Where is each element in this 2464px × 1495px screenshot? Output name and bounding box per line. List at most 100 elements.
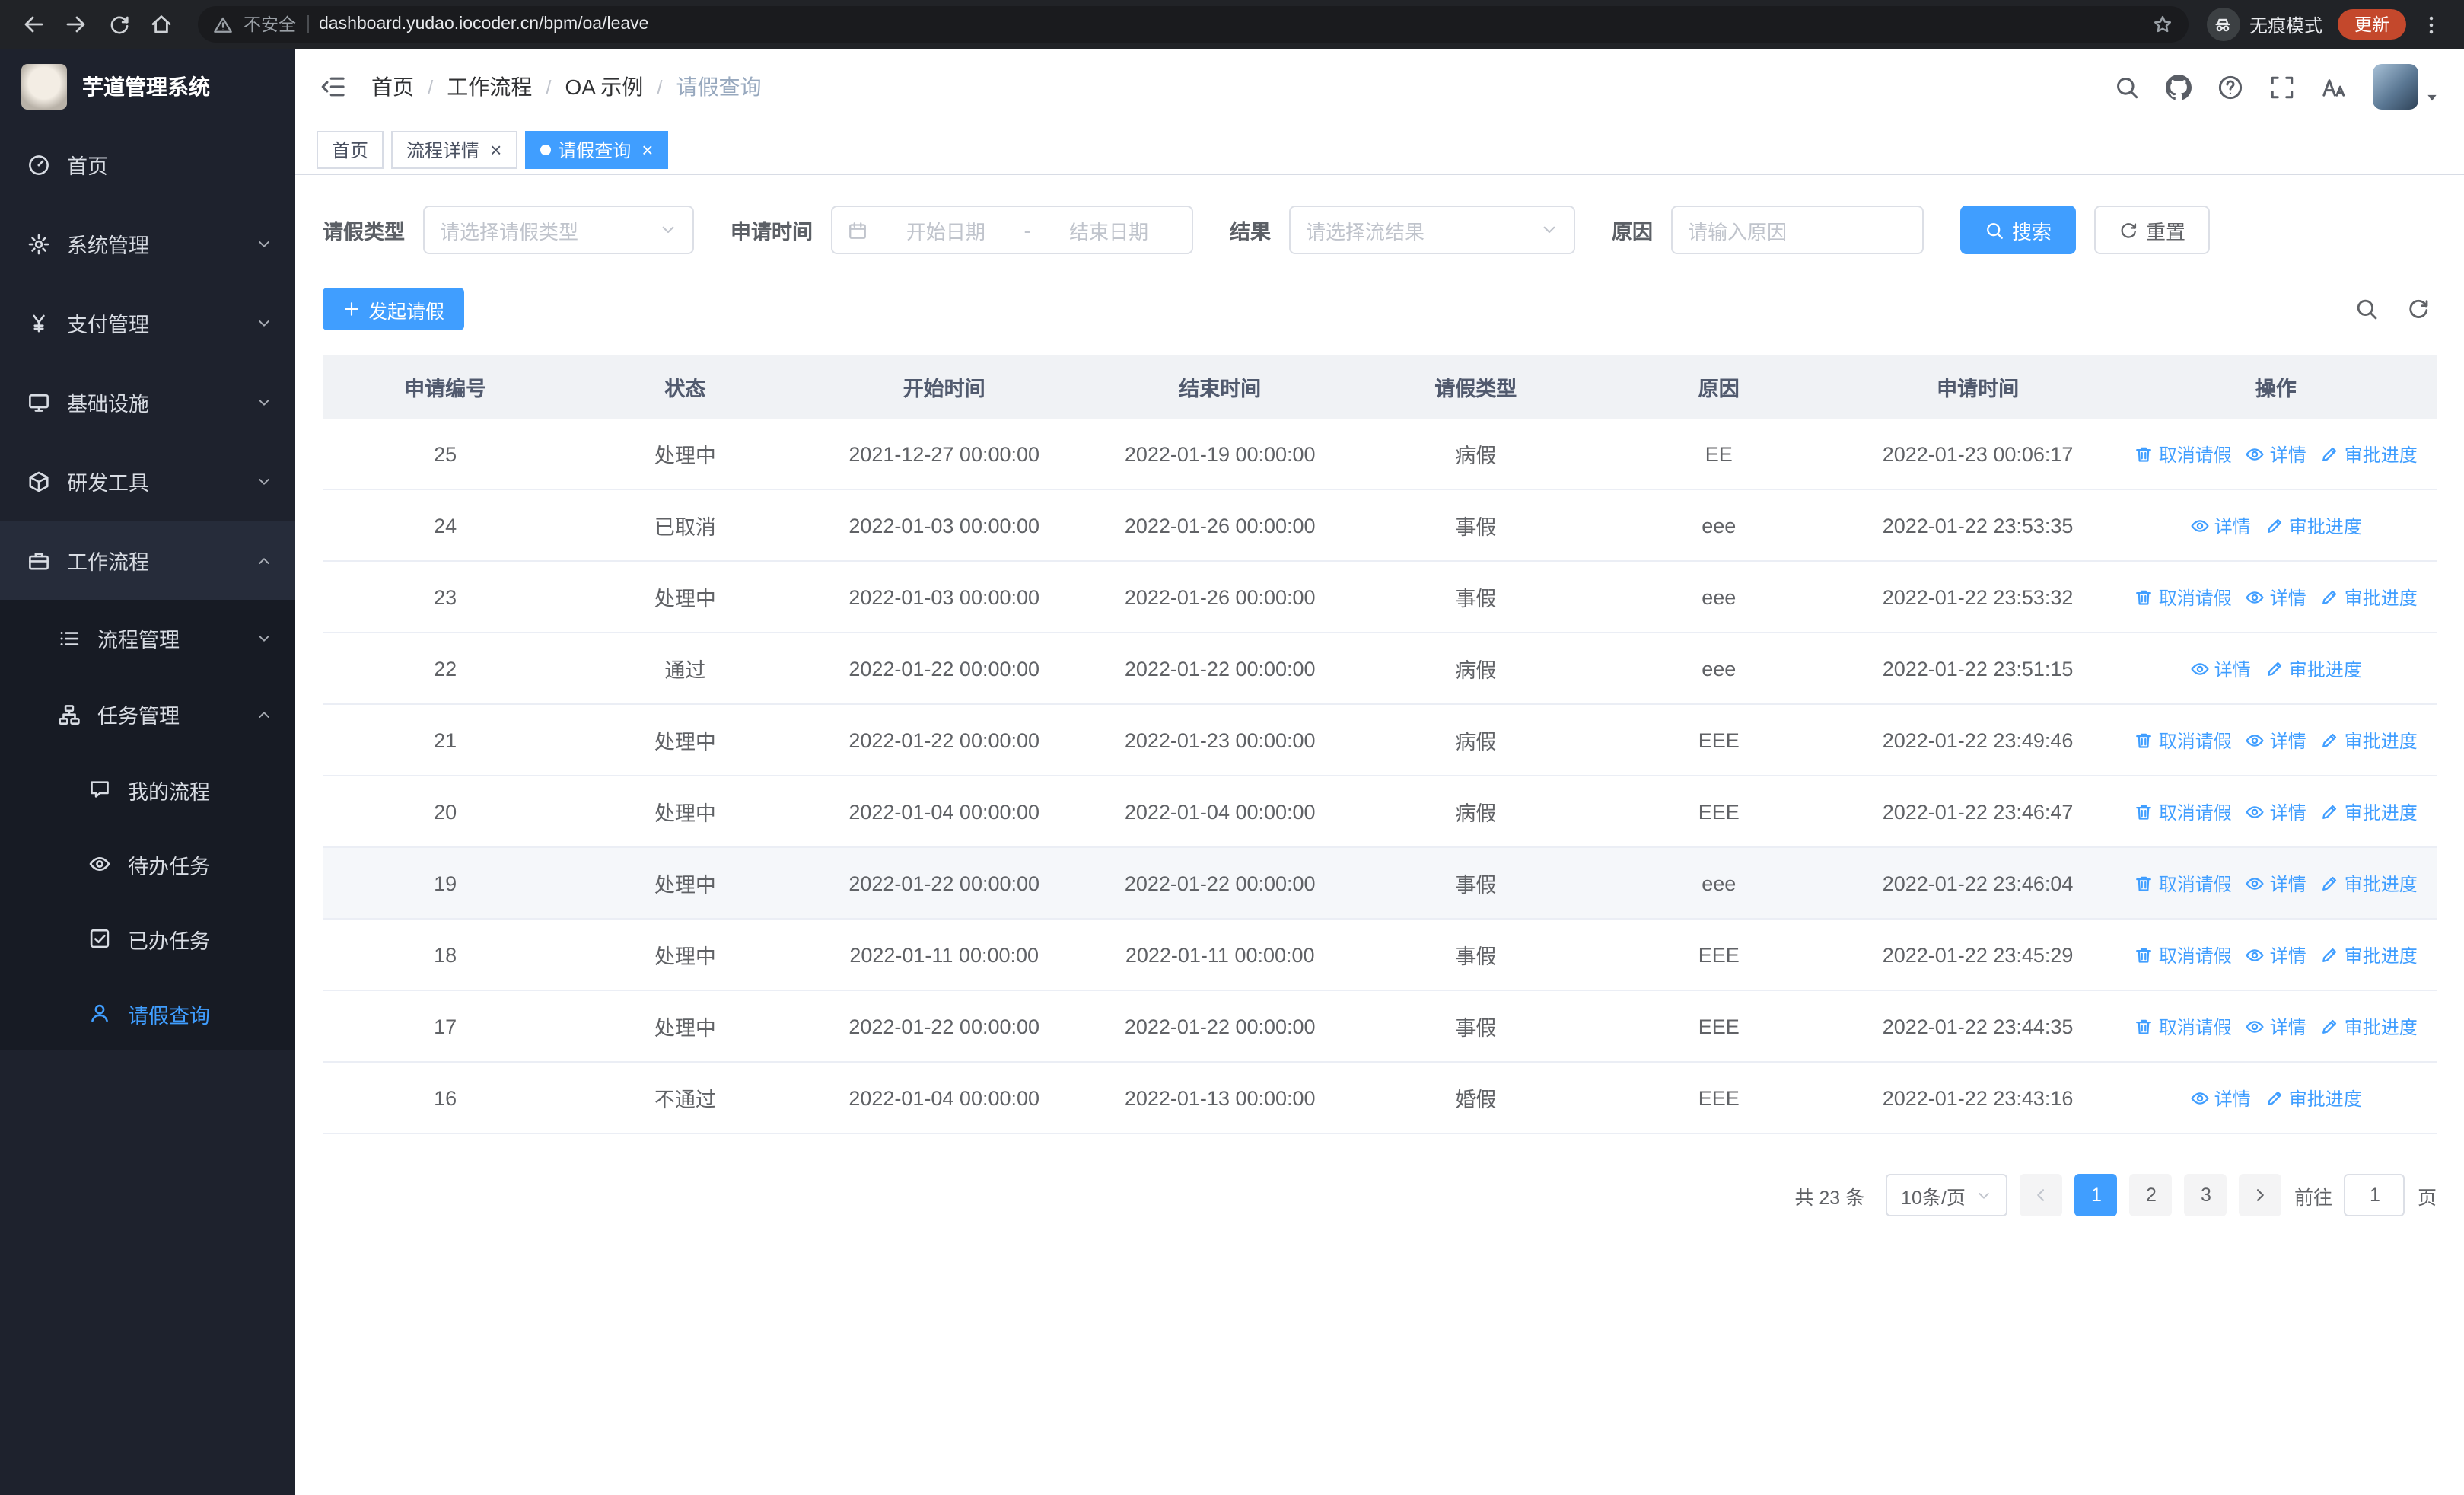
- page-number[interactable]: 1: [2074, 1174, 2118, 1216]
- refresh-table-icon[interactable]: [2406, 297, 2431, 321]
- sidebar-item[interactable]: 任务管理: [0, 676, 295, 752]
- op-label: 详情: [2269, 1016, 2306, 1038]
- op-progress-link[interactable]: 审批进度: [2320, 870, 2418, 896]
- op-cancel-link[interactable]: 取消请假: [2135, 1013, 2232, 1039]
- op-detail-link[interactable]: 详情: [2246, 870, 2306, 896]
- op-detail-link[interactable]: 详情: [2190, 1085, 2251, 1111]
- close-icon[interactable]: ×: [641, 139, 653, 159]
- op-progress-link[interactable]: 审批进度: [2320, 584, 2418, 610]
- op-cancel-link[interactable]: 取消请假: [2135, 727, 2232, 753]
- sidebar-item[interactable]: 请假查询: [0, 976, 295, 1050]
- sidebar-item[interactable]: 工作流程: [0, 521, 295, 600]
- op-detail-link[interactable]: 详情: [2190, 655, 2251, 681]
- breadcrumb-item[interactable]: 首页: [371, 72, 414, 102]
- prev-page-button[interactable]: [2020, 1174, 2063, 1216]
- sidebar-item[interactable]: 系统管理: [0, 204, 295, 283]
- result-label: 结果: [1230, 221, 1271, 244]
- create-leave-button[interactable]: 发起请假: [323, 288, 465, 330]
- breadcrumb-item[interactable]: OA 示例: [565, 72, 644, 102]
- op-detail-link[interactable]: 详情: [2246, 584, 2306, 610]
- list-icon: [58, 626, 81, 649]
- op-progress-link[interactable]: 审批进度: [2265, 1085, 2362, 1111]
- address-bar[interactable]: 不安全 dashboard.yudao.iocoder.cn/bpm/oa/le…: [198, 6, 2189, 43]
- op-cancel-link[interactable]: 取消请假: [2135, 942, 2232, 967]
- table-row[interactable]: 19 处理中 2022-01-22 00:00:00 2022-01-22 00:00…: [323, 848, 2437, 920]
- op-detail-link[interactable]: 详情: [2246, 441, 2306, 467]
- search-button[interactable]: 搜索: [1960, 206, 2077, 254]
- table-row[interactable]: 25 处理中 2021-12-27 00:00:00 2022-01-19 00:00…: [323, 419, 2437, 490]
- result-select[interactable]: 请选择流结果: [1289, 206, 1575, 254]
- op-detail-link[interactable]: 详情: [2190, 512, 2251, 538]
- op-cancel-link[interactable]: 取消请假: [2135, 441, 2232, 467]
- page-size-select[interactable]: 10条/页: [1886, 1174, 2008, 1216]
- github-icon[interactable]: [2166, 74, 2192, 100]
- reset-button[interactable]: 重置: [2094, 206, 2211, 254]
- refresh-icon: [2119, 220, 2138, 240]
- cell-id: 23: [434, 585, 457, 608]
- op-progress-link[interactable]: 审批进度: [2265, 512, 2362, 538]
- table-row[interactable]: 18 处理中 2022-01-11 00:00:00 2022-01-11 00:00…: [323, 920, 2437, 991]
- browser-home-button[interactable]: [143, 6, 180, 43]
- table-row[interactable]: 21 处理中 2022-01-22 00:00:00 2022-01-23 00:00…: [323, 705, 2437, 776]
- tab-item[interactable]: 首页: [317, 130, 384, 168]
- table-row[interactable]: 22 通过 2022-01-22 00:00:00 2022-01-22 00:00:…: [323, 633, 2437, 705]
- op-detail-link[interactable]: 详情: [2246, 1013, 2306, 1039]
- table-row[interactable]: 17 处理中 2022-01-22 00:00:00 2022-01-22 00:00…: [323, 991, 2437, 1063]
- table-row[interactable]: 20 处理中 2022-01-04 00:00:00 2022-01-04 00:00…: [323, 776, 2437, 848]
- sidebar-item[interactable]: 已办任务: [0, 901, 295, 976]
- date-range-picker[interactable]: 开始日期 - 结束日期: [831, 206, 1193, 254]
- user-avatar[interactable]: [2373, 64, 2440, 110]
- sidebar-item[interactable]: 首页: [0, 125, 295, 204]
- reason-input[interactable]: 请输入原因: [1671, 206, 1924, 254]
- sidebar-item[interactable]: 待办任务: [0, 827, 295, 901]
- next-page-button[interactable]: [2239, 1174, 2282, 1216]
- close-icon[interactable]: ×: [490, 139, 501, 159]
- help-icon[interactable]: [2217, 74, 2243, 100]
- browser-back-button[interactable]: [15, 6, 52, 43]
- sidebar-toggle-icon[interactable]: [320, 73, 347, 100]
- sidebar-item[interactable]: 研发工具: [0, 441, 295, 521]
- op-progress-link[interactable]: 审批进度: [2320, 799, 2418, 824]
- gear-icon: [27, 232, 50, 255]
- sidebar-item[interactable]: 基础设施: [0, 362, 295, 441]
- op-detail-link[interactable]: 详情: [2246, 799, 2306, 824]
- sidebar-item[interactable]: 流程管理: [0, 600, 295, 676]
- op-detail-link[interactable]: 详情: [2246, 942, 2306, 967]
- op-progress-link[interactable]: 审批进度: [2320, 942, 2418, 967]
- cell-start: 2022-01-22 00:00:00: [848, 657, 1040, 680]
- browser-reload-button[interactable]: [100, 6, 137, 43]
- leave-type-select[interactable]: 请选择请假类型: [423, 206, 694, 254]
- page-number[interactable]: 3: [2184, 1174, 2227, 1216]
- breadcrumb-item[interactable]: 工作流程: [447, 72, 532, 102]
- toggle-search-icon[interactable]: [2354, 297, 2379, 321]
- browser-forward-button[interactable]: [58, 6, 94, 43]
- op-progress-link[interactable]: 审批进度: [2320, 727, 2418, 753]
- edit-icon: [2265, 1088, 2284, 1108]
- op-cancel-link[interactable]: 取消请假: [2135, 799, 2232, 824]
- sidebar-item[interactable]: 支付管理: [0, 283, 295, 362]
- op-progress-link[interactable]: 审批进度: [2320, 1013, 2418, 1039]
- op-cancel-link[interactable]: 取消请假: [2135, 870, 2232, 896]
- goto-page-input[interactable]: 1: [2344, 1174, 2405, 1216]
- op-progress-link[interactable]: 审批进度: [2320, 441, 2418, 467]
- bookmark-star-icon[interactable]: [2152, 14, 2173, 35]
- active-tab-dot: [540, 144, 551, 155]
- op-progress-link[interactable]: 审批进度: [2265, 655, 2362, 681]
- fullscreen-icon[interactable]: [2269, 74, 2295, 100]
- op-cancel-link[interactable]: 取消请假: [2135, 584, 2232, 610]
- update-button[interactable]: 更新: [2338, 9, 2406, 40]
- tab-active[interactable]: 请假查询 ×: [524, 130, 669, 168]
- table-row[interactable]: 16 不通过 2022-01-04 00:00:00 2022-01-13 00:00…: [323, 1063, 2437, 1134]
- search-icon[interactable]: [2114, 74, 2140, 100]
- table-row[interactable]: 23 处理中 2022-01-03 00:00:00 2022-01-26 00:00…: [323, 562, 2437, 633]
- table-row[interactable]: 24 已取消 2022-01-03 00:00:00 2022-01-26 00:00…: [323, 490, 2437, 562]
- op-label: 审批进度: [2344, 1016, 2418, 1038]
- edit-icon: [2265, 515, 2284, 535]
- browser-menu-button[interactable]: [2412, 6, 2449, 43]
- sidebar-item[interactable]: 我的流程: [0, 752, 295, 827]
- op-label: 审批进度: [2344, 945, 2418, 966]
- font-size-icon[interactable]: [2321, 74, 2347, 100]
- page-number[interactable]: 2: [2129, 1174, 2173, 1216]
- op-detail-link[interactable]: 详情: [2246, 727, 2306, 753]
- tab-item[interactable]: 流程详情 ×: [391, 130, 517, 168]
